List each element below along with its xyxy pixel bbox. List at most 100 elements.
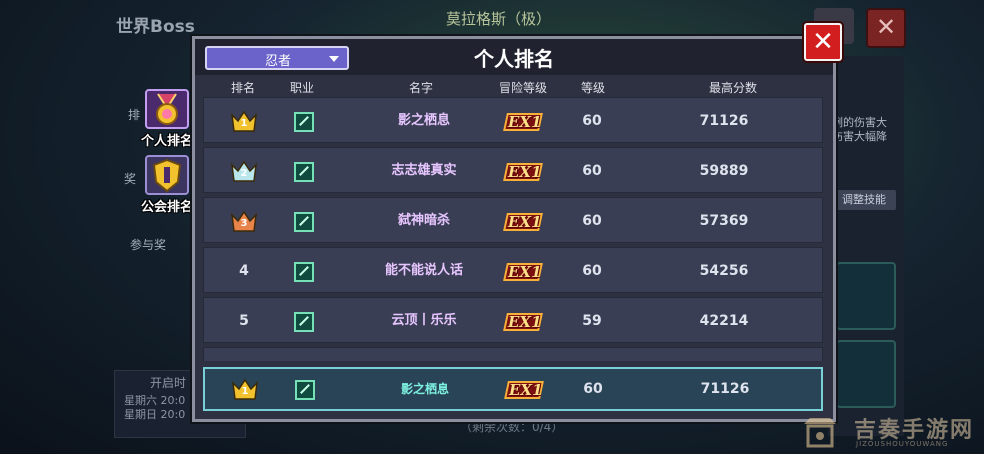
ranking-row[interactable]: 1 影之栖息 EX1 60 71126 — [203, 97, 823, 143]
player-name: 云顶丨乐乐 — [391, 313, 457, 328]
ranking-list[interactable]: 1 影之栖息 EX1 60 71126 2 志志雄真实 EX1 60 59889 3 弑神暗杀 EX1 6… — [203, 97, 823, 361]
player-name: 影之栖息 — [400, 382, 449, 396]
ex-badge-icon: EX1 — [503, 211, 543, 233]
player-name: 能不能说人话 — [384, 263, 463, 278]
bg-info-text: 例的伤害大 伤害大幅降 — [832, 116, 887, 143]
watermark-logo-icon — [800, 414, 840, 450]
class-filter-dropdown[interactable]: 忍者 — [205, 46, 349, 70]
class-filter-value: 忍者 — [265, 54, 292, 69]
rank-cell: 2 — [216, 148, 272, 194]
ex-badge-icon: EX1 — [505, 361, 543, 362]
ranking-row[interactable]: 6 鹏EX1 60 38637 — [203, 347, 823, 361]
player-level: 59 — [582, 313, 602, 329]
ninja-class-icon — [294, 111, 314, 132]
ex-badge-icon: EX1 — [503, 261, 543, 283]
ninja-class-icon — [294, 311, 314, 332]
column-header: 职业 — [289, 81, 314, 95]
player-name: 弑神暗杀 — [397, 213, 450, 228]
ninja-class-icon — [294, 161, 314, 182]
adventure-level-cell: EX1 — [484, 98, 564, 144]
ex-badge-icon: EX1 — [503, 111, 543, 133]
adventure-level: EX1 — [509, 380, 543, 399]
best-score: 54256 — [699, 263, 749, 279]
best-score: 38637 — [664, 348, 784, 361]
column-header: 等级 — [580, 81, 605, 95]
best-score: 59889 — [699, 163, 749, 179]
job-cell — [290, 198, 318, 244]
tab-personal-ranking[interactable]: 个人排名 — [138, 88, 196, 150]
open-time-title: 开启时 — [150, 376, 187, 390]
rank-crown-icon: 3 — [230, 209, 258, 233]
column-header: 排名 — [230, 81, 255, 95]
watermark-subtitle: JIZOUSHOUYOUWANG — [856, 440, 949, 448]
adventure-level-cell: EX1 — [485, 369, 565, 409]
rank-number: 3 — [240, 218, 248, 229]
ranking-row[interactable]: 3 弑神暗杀 EX1 60 57369 — [203, 197, 823, 243]
open-time-line: 星期日 20:0 — [124, 408, 186, 421]
medal-icon — [144, 88, 190, 130]
player-level: 60 — [582, 263, 602, 279]
rank-number: 4 — [239, 263, 249, 279]
column-header: 冒险等级 — [498, 81, 547, 95]
best-score: 71126 — [699, 113, 749, 129]
modal-header: 个人排名 忍者 — [195, 39, 833, 75]
adventure-level-cell: EX1 — [484, 198, 564, 244]
rank-cell: 1 — [217, 369, 273, 409]
job-cell — [290, 98, 318, 144]
tab-label: 个人排名 — [140, 134, 193, 149]
adjust-skill-button: 调整技能 — [832, 190, 896, 210]
job-cell — [290, 298, 318, 344]
close-icon: ✕ — [812, 27, 834, 57]
adventure-level: EX1 — [508, 162, 542, 181]
rank-number: 1 — [240, 118, 248, 129]
column-header: 最高分数 — [708, 81, 757, 95]
tab-guild-ranking[interactable]: 公会排名 — [138, 154, 196, 216]
guild-shield-icon — [144, 154, 190, 196]
ranking-modal: 个人排名 忍者 排名 职业 名字 冒险等级 等级 最高分数 1 影之栖息 EX1 60… — [192, 36, 836, 422]
watermark: 吉奏手游网 JIZOUSHOUYOUWANG — [800, 412, 980, 452]
rank-crown-icon: 1 — [231, 377, 259, 401]
player-name: 影之栖息 — [397, 113, 450, 128]
ex-badge-icon: EX1 — [503, 161, 543, 183]
player-level: 60 — [582, 163, 602, 179]
rank-cell: 3 — [216, 198, 272, 244]
best-score: 57369 — [699, 213, 749, 229]
player-level: 60 — [572, 348, 612, 361]
rank-number: 5 — [239, 313, 249, 329]
ninja-class-icon — [294, 211, 314, 232]
bg-partial-label: 参与奖 — [130, 238, 167, 252]
ranking-row[interactable]: 2 志志雄真实 EX1 60 59889 — [203, 147, 823, 193]
best-score: 42214 — [699, 313, 749, 329]
rank-number: 1 — [241, 386, 249, 397]
job-cell — [291, 369, 319, 409]
rank-cell: 1 — [216, 98, 272, 144]
column-header: 名字 — [408, 81, 433, 95]
bg-partial-label: 奖 — [124, 172, 137, 186]
tab-label: 公会排名 — [140, 200, 193, 215]
adventure-level: EX1 — [508, 212, 542, 231]
adventure-level: EX1 — [508, 262, 542, 281]
skill-slot-icon — [836, 262, 896, 330]
close-button[interactable]: ✕ — [804, 23, 842, 61]
adventure-level-cell: EX1 — [484, 248, 564, 294]
player-name: 鹏 — [344, 348, 504, 361]
ex-badge-icon: EX1 — [504, 379, 544, 401]
job-cell — [290, 148, 318, 194]
rank-number: 2 — [240, 168, 248, 179]
rank-crown-icon: 1 — [230, 109, 258, 133]
ranking-row[interactable]: 5 云顶丨乐乐 EX1 59 42214 — [203, 297, 823, 343]
ranking-row[interactable]: 4 能不能说人话 EX1 60 54256 — [203, 247, 823, 293]
screen-title: 世界Boss — [116, 17, 195, 37]
bg-close-button: ✕ — [866, 8, 906, 48]
job-cell — [290, 248, 318, 294]
adventure-level: EX1 — [508, 312, 542, 331]
self-ranking-row: 1 影之栖息 EX1 60 71126 — [203, 367, 823, 411]
adventure-level-cell: EX1 — [484, 298, 564, 344]
skill-slot-icon — [836, 340, 896, 408]
ninja-class-icon — [295, 379, 315, 400]
player-level: 60 — [582, 213, 602, 229]
job-cell — [290, 348, 318, 361]
rank-crown-icon: 2 — [230, 159, 258, 183]
player-name: 志志雄真实 — [391, 163, 457, 178]
adventure-level-cell: EX1 — [484, 348, 564, 361]
